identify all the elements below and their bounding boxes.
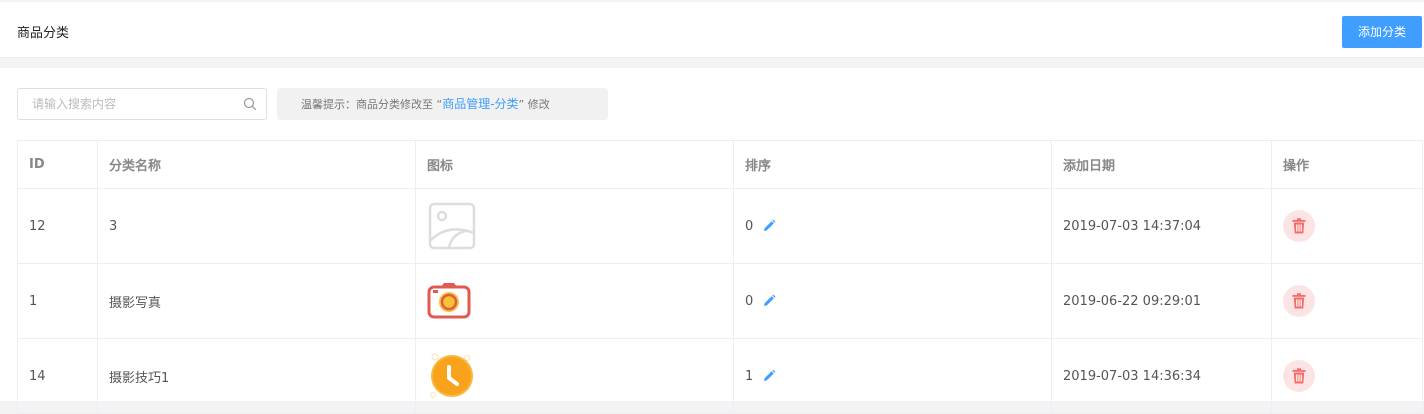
delete-button[interactable]: [1283, 210, 1315, 242]
pencil-icon[interactable]: [762, 219, 776, 233]
pencil-icon[interactable]: [762, 294, 776, 308]
cell-icon: [415, 188, 734, 264]
cell-id: 12: [17, 188, 98, 264]
cell-id: 1: [17, 263, 98, 339]
cell-date: 2019-07-03 14:37:04: [1051, 188, 1272, 264]
trash-icon: [1292, 218, 1306, 234]
search-box[interactable]: [17, 88, 267, 120]
tip-suffix: ” 修改: [518, 98, 550, 111]
cell-sort: 1: [733, 338, 1052, 414]
cell-icon: [415, 263, 734, 339]
trash-icon: [1292, 368, 1306, 384]
cell-sort: 0: [733, 263, 1052, 339]
placeholder-image-icon: [428, 202, 476, 250]
cell-icon: [415, 338, 734, 414]
cell-date: 2019-07-03 14:36:34: [1051, 338, 1272, 414]
tip-prefix: 温馨提示：商品分类修改至 “: [301, 98, 443, 111]
table-row: 1 摄影写真 0 2019-06-22 09:29:01: [17, 263, 1423, 339]
cell-actions: [1271, 338, 1423, 414]
add-category-button[interactable]: 添加分类: [1342, 16, 1422, 48]
top-bar: 商品分类 添加分类: [0, 2, 1424, 58]
column-header-actions: 操作: [1271, 140, 1423, 189]
table-row: 12 3 0 2019-07-03 14:37:04: [17, 188, 1423, 264]
column-header-icon[interactable]: 图标: [415, 140, 734, 189]
cell-actions: [1271, 263, 1423, 339]
table-row: 14 摄影技巧1 1 2019-07-03 14:36:34: [17, 338, 1423, 414]
sort-value: 1: [745, 368, 754, 384]
camera-icon: [427, 283, 471, 319]
column-header-name[interactable]: 分类名称: [97, 140, 416, 189]
pencil-icon[interactable]: [762, 369, 776, 383]
delete-button[interactable]: [1283, 360, 1315, 392]
trash-icon: [1292, 293, 1306, 309]
cell-name: 3: [97, 188, 416, 264]
cell-sort: 0: [733, 188, 1052, 264]
cell-actions: [1271, 188, 1423, 264]
column-header-date[interactable]: 添加日期: [1051, 140, 1272, 189]
column-header-id[interactable]: ID: [17, 140, 98, 189]
search-input[interactable]: [18, 89, 233, 119]
cell-date: 2019-06-22 09:29:01: [1051, 263, 1272, 339]
tip-banner: 温馨提示：商品分类修改至 “商品管理-分类” 修改: [277, 88, 608, 120]
content-panel: 温馨提示：商品分类修改至 “商品管理-分类” 修改 ID 分类名称 图标 排序 …: [0, 68, 1424, 414]
delete-button[interactable]: [1283, 285, 1315, 317]
cell-id: 14: [17, 338, 98, 414]
table-header-row: ID 分类名称 图标 排序 添加日期 操作: [17, 140, 1423, 189]
page-title: 商品分类: [17, 26, 70, 41]
column-header-sort[interactable]: 排序: [733, 140, 1052, 189]
cell-name: 摄影技巧1: [97, 338, 416, 414]
sort-value: 0: [745, 293, 754, 309]
sort-value: 0: [745, 218, 754, 234]
search-icon[interactable]: [243, 97, 257, 111]
cell-name: 摄影写真: [97, 263, 416, 339]
tip-link[interactable]: 商品管理-分类: [442, 97, 518, 111]
category-table: ID 分类名称 图标 排序 添加日期 操作 12 3 0 2019-07-03 …: [17, 140, 1423, 414]
clock-icon: [430, 353, 473, 398]
